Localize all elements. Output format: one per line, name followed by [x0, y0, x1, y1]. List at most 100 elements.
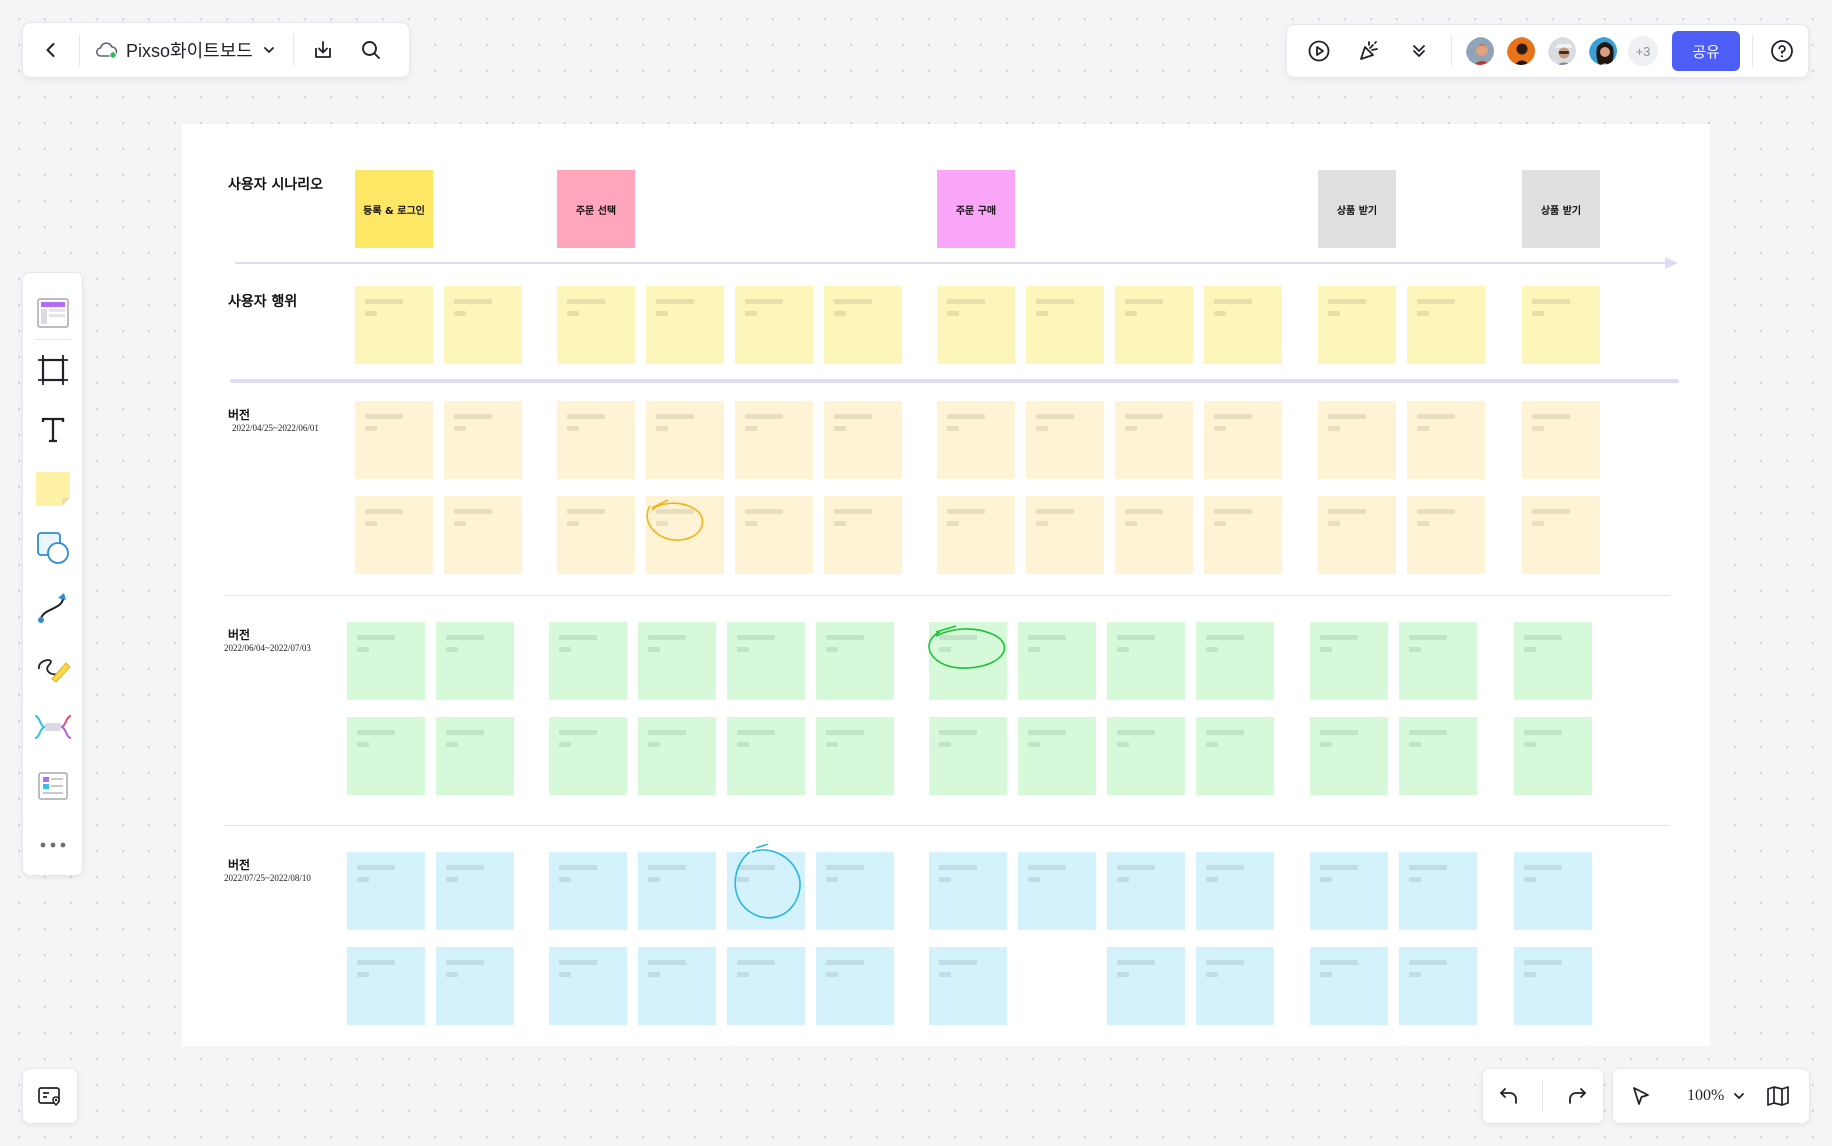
sticky-note[interactable]: [1018, 717, 1096, 795]
frame-icon[interactable]: [30, 347, 76, 392]
sticky-note[interactable]: [824, 496, 902, 574]
sticky-note[interactable]: [1407, 401, 1485, 479]
sticky-note[interactable]: [735, 401, 813, 479]
sticky-note[interactable]: [436, 852, 514, 930]
sticky-note[interactable]: [549, 622, 627, 700]
sticky-note[interactable]: [1026, 496, 1104, 574]
sticky-note[interactable]: [444, 286, 522, 364]
chevron-down-icon[interactable]: [259, 40, 279, 60]
widget-icon[interactable]: [30, 763, 76, 808]
sticky-note[interactable]: [638, 947, 716, 1025]
sticky-note[interactable]: [1399, 852, 1477, 930]
sticky-note[interactable]: [436, 717, 514, 795]
sticky-note[interactable]: [1107, 852, 1185, 930]
sticky-note[interactable]: [1107, 717, 1185, 795]
scenario-note[interactable]: 주문 선택: [557, 170, 635, 248]
sticky-note[interactable]: [1522, 286, 1600, 364]
sticky-note[interactable]: [646, 286, 724, 364]
sticky-note[interactable]: [937, 401, 1015, 479]
sticky-note[interactable]: [929, 852, 1007, 930]
sticky-note[interactable]: [355, 496, 433, 574]
sticky-note[interactable]: [937, 286, 1015, 364]
sticky-note[interactable]: [436, 947, 514, 1025]
scenario-note[interactable]: 주문 구매: [937, 170, 1015, 248]
sticky-note[interactable]: [735, 496, 813, 574]
mindmap-icon[interactable]: [30, 704, 76, 749]
sticky-note[interactable]: [1514, 622, 1592, 700]
template-icon[interactable]: [30, 290, 76, 335]
sticky-note[interactable]: [1514, 717, 1592, 795]
sticky-note[interactable]: [444, 401, 522, 479]
sticky-note[interactable]: [355, 286, 433, 364]
minimap-button[interactable]: [22, 1068, 78, 1124]
sticky-note[interactable]: [347, 622, 425, 700]
share-button[interactable]: 공유: [1672, 31, 1740, 71]
sticky-note[interactable]: [1026, 401, 1104, 479]
sticky-note[interactable]: [929, 947, 1007, 1025]
present-icon[interactable]: [1301, 33, 1337, 69]
sticky-note[interactable]: [1399, 622, 1477, 700]
sticky-note[interactable]: [1318, 401, 1396, 479]
sticky-note[interactable]: [929, 717, 1007, 795]
sticky-note[interactable]: [347, 717, 425, 795]
sticky-note[interactable]: [816, 947, 894, 1025]
sticky-note[interactable]: [1018, 622, 1096, 700]
sticky-note[interactable]: [1407, 286, 1485, 364]
sticky-note[interactable]: [1107, 622, 1185, 700]
sticky-note[interactable]: [816, 852, 894, 930]
sticky-note[interactable]: [638, 622, 716, 700]
sticky-note[interactable]: [1310, 717, 1388, 795]
download-icon[interactable]: [306, 33, 340, 67]
text-icon[interactable]: [30, 407, 76, 452]
sticky-note[interactable]: [549, 947, 627, 1025]
sticky-note[interactable]: [1196, 717, 1274, 795]
sticky-note[interactable]: [549, 717, 627, 795]
sticky-note[interactable]: [1204, 401, 1282, 479]
connector-icon[interactable]: [30, 585, 76, 630]
select-pointer-icon[interactable]: [1623, 1078, 1659, 1114]
sticky-note[interactable]: [1310, 622, 1388, 700]
sticky-note[interactable]: [1018, 852, 1096, 930]
scenario-note[interactable]: 등록 & 로그인: [355, 170, 433, 248]
more-collaborators-count[interactable]: +3: [1628, 36, 1658, 66]
sticky-note[interactable]: [824, 401, 902, 479]
sticky-note[interactable]: [1310, 947, 1388, 1025]
sticky-note[interactable]: [557, 286, 635, 364]
search-icon[interactable]: [354, 33, 388, 67]
redo-icon[interactable]: [1559, 1078, 1595, 1114]
sticky-note[interactable]: [1026, 286, 1104, 364]
sticky-note[interactable]: [1522, 496, 1600, 574]
sticky-note[interactable]: [1399, 717, 1477, 795]
sticky-note[interactable]: [824, 286, 902, 364]
sticky-note[interactable]: [1115, 286, 1193, 364]
sticky-note[interactable]: [347, 947, 425, 1025]
sticky-note[interactable]: [1407, 496, 1485, 574]
whiteboard-canvas[interactable]: 사용자 시나리오 사용자 행위 버전 2022/04/25~2022/06/01…: [182, 124, 1710, 1046]
sticky-note[interactable]: [937, 496, 1015, 574]
sticky-note[interactable]: [727, 622, 805, 700]
sticky-note[interactable]: [1399, 947, 1477, 1025]
sticky-note[interactable]: [1115, 496, 1193, 574]
zoom-level[interactable]: 100%: [1687, 1087, 1724, 1105]
sticky-note[interactable]: [557, 401, 635, 479]
sticky-note[interactable]: [1196, 622, 1274, 700]
sticky-note[interactable]: [436, 622, 514, 700]
pen-icon[interactable]: [30, 644, 76, 689]
chevron-down-icon[interactable]: [1728, 1085, 1750, 1107]
avatar[interactable]: [1505, 35, 1537, 67]
sticky-note[interactable]: [638, 717, 716, 795]
sticky-note[interactable]: [1310, 852, 1388, 930]
collapse-icon[interactable]: [1401, 33, 1437, 69]
pen-annotation[interactable]: [642, 496, 712, 550]
pen-annotation[interactable]: [924, 622, 1014, 676]
sticky-note[interactable]: [1115, 401, 1193, 479]
sticky-note[interactable]: [1196, 852, 1274, 930]
back-icon[interactable]: [33, 32, 69, 68]
sticky-note[interactable]: [816, 622, 894, 700]
sticky-note[interactable]: [1204, 496, 1282, 574]
undo-icon[interactable]: [1491, 1078, 1527, 1114]
map-icon[interactable]: [1762, 1080, 1794, 1112]
celebrate-icon[interactable]: [1351, 33, 1387, 69]
sticky-note[interactable]: [1196, 947, 1274, 1025]
sticky-note[interactable]: [355, 401, 433, 479]
